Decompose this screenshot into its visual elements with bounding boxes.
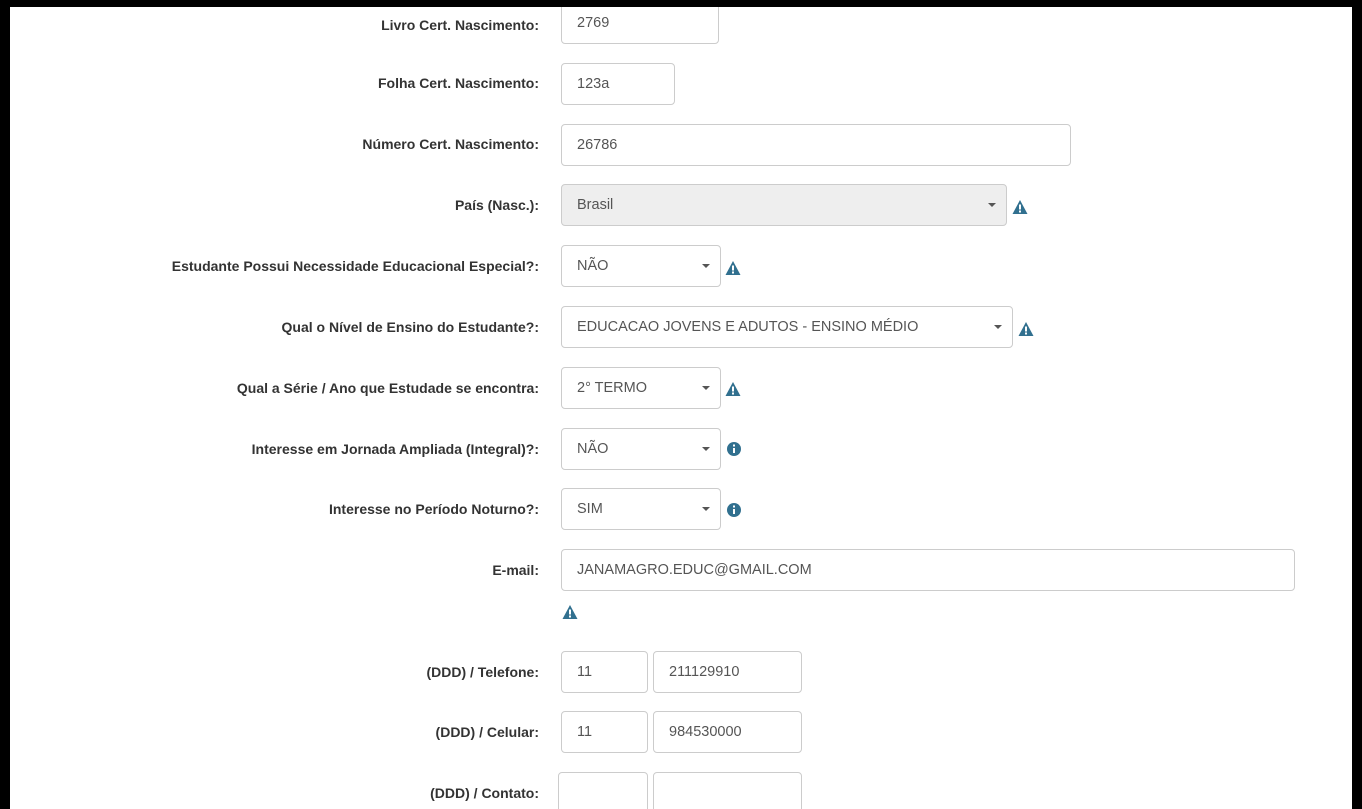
necessidade-especial-value: NÃO	[577, 258, 609, 274]
jornada-ampliada-label: Interesse em Jornada Ampliada (Integral)…	[251, 441, 539, 457]
livro-cert-value: 2769	[577, 15, 610, 31]
numero-cert-value: 26786	[577, 137, 618, 153]
periodo-noturno-label: Interesse no Período Noturno?:	[328, 501, 539, 517]
serie-ano-value: 2° TERMO	[577, 380, 647, 396]
telefone-number-value: 211129910	[669, 664, 740, 680]
warning-icon	[562, 605, 578, 619]
livro-cert-label: Livro Cert. Nascimento:	[381, 17, 539, 33]
pais-nasc-label: País (Nasc.):	[454, 197, 539, 213]
necessidade-especial-select[interactable]: NÃO	[561, 245, 721, 287]
telefone-ddd-value: 11	[577, 664, 593, 680]
info-icon	[727, 503, 741, 517]
nivel-ensino-select[interactable]: EDUCACAO JOVENS E ADUTOS - ENSINO MÉDIO	[561, 306, 1013, 348]
celular-label: (DDD) / Celular:	[435, 724, 539, 740]
warning-icon	[1018, 322, 1034, 336]
contato-number-input[interactable]	[653, 772, 802, 809]
pais-nasc-value: Brasil	[577, 197, 614, 213]
email-value: JANAMAGRO.EDUC@GMAIL.COM	[577, 562, 812, 578]
email-label: E-mail:	[492, 562, 539, 578]
celular-number-value: 984530000	[669, 724, 742, 740]
contato-ddd-input[interactable]	[558, 772, 648, 809]
warning-icon	[725, 382, 741, 396]
chevron-down-icon	[702, 507, 710, 511]
jornada-ampliada-value: NÃO	[577, 441, 609, 457]
livro-cert-input[interactable]: 2769	[561, 7, 719, 44]
telefone-number-input[interactable]: 211129910	[653, 651, 802, 693]
necessidade-especial-label: Estudante Possui Necessidade Educacional…	[171, 258, 539, 274]
nivel-ensino-label: Qual o Nível de Ensino do Estudante?:	[281, 319, 539, 335]
serie-ano-select[interactable]: 2° TERMO	[561, 367, 721, 409]
folha-cert-label: Folha Cert. Nascimento:	[377, 75, 539, 91]
celular-number-input[interactable]: 984530000	[653, 711, 802, 753]
chevron-down-icon	[988, 203, 996, 207]
celular-ddd-input[interactable]: 11	[561, 711, 648, 753]
periodo-noturno-select[interactable]: SIM	[561, 488, 721, 530]
warning-icon	[1012, 200, 1028, 214]
folha-cert-input[interactable]: 123a	[561, 63, 675, 105]
email-field[interactable]: JANAMAGRO.EDUC@GMAIL.COM	[561, 549, 1295, 591]
telefone-ddd-input[interactable]: 11	[561, 651, 648, 693]
pais-nasc-select[interactable]: Brasil	[561, 184, 1007, 226]
student-form: Livro Cert. Nascimento: 2769 Folha Cert.…	[10, 7, 1352, 809]
contato-label: (DDD) / Contato:	[430, 785, 539, 801]
folha-cert-value: 123a	[577, 76, 610, 92]
numero-cert-label: Número Cert. Nascimento:	[362, 136, 539, 152]
info-icon	[727, 442, 741, 456]
window-frame: Livro Cert. Nascimento: 2769 Folha Cert.…	[0, 0, 1362, 809]
telefone-label: (DDD) / Telefone:	[426, 664, 539, 680]
chevron-down-icon	[702, 264, 710, 268]
warning-icon	[725, 261, 741, 275]
jornada-ampliada-select[interactable]: NÃO	[561, 428, 721, 470]
serie-ano-label: Qual a Série / Ano que Estudade se encon…	[236, 380, 539, 396]
periodo-noturno-value: SIM	[577, 501, 603, 517]
chevron-down-icon	[702, 386, 710, 390]
chevron-down-icon	[702, 447, 710, 451]
numero-cert-input[interactable]: 26786	[561, 124, 1071, 166]
chevron-down-icon	[994, 325, 1002, 329]
nivel-ensino-value: EDUCACAO JOVENS E ADUTOS - ENSINO MÉDIO	[577, 319, 919, 335]
celular-ddd-value: 11	[577, 724, 593, 740]
